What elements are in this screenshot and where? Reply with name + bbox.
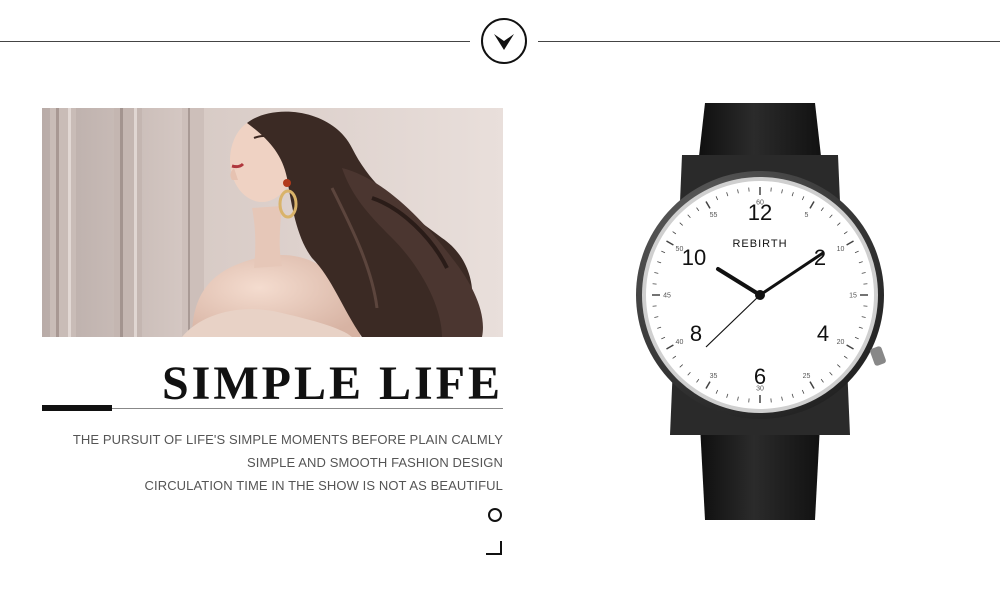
minute-label: 15 <box>849 293 857 300</box>
minute-label: 55 <box>710 212 718 219</box>
chevron-down-icon <box>494 34 514 50</box>
watch-product-image: 12 2 4 6 8 10 REBIRTH 60 5 10 15 20 25 30 35 40 4… <box>610 95 910 535</box>
minute-label: 10 <box>837 246 845 253</box>
watch-center-pin <box>755 290 765 300</box>
numeral-8: 8 <box>690 321 702 346</box>
minute-label: 60 <box>756 200 764 207</box>
watch-strap-bottom <box>700 425 820 520</box>
headline-title: SIMPLE LIFE <box>161 357 503 410</box>
watch-brand: REBIRTH <box>732 238 787 250</box>
numeral-4: 4 <box>817 321 829 346</box>
top-divider-right <box>538 41 1000 42</box>
numeral-10: 10 <box>682 245 706 270</box>
minute-label: 35 <box>710 373 718 380</box>
woman-portrait-image <box>42 108 503 337</box>
headline-accent-bar <box>42 405 112 411</box>
watch-crown <box>870 346 886 366</box>
copy-line-1: THE PURSUIT OF LIFE'S SIMPLE MOMENTS BEF… <box>72 432 503 447</box>
corner-ornament-icon <box>486 541 502 555</box>
copy-line-3: CIRCULATION TIME IN THE SHOW IS NOT AS B… <box>144 478 503 493</box>
copy-line-2: SIMPLE AND SMOOTH FASHION DESIGN <box>246 455 503 470</box>
minute-label: 5 <box>805 212 809 219</box>
minute-label: 20 <box>837 339 845 346</box>
minute-label: 50 <box>676 246 684 253</box>
minute-label: 25 <box>803 373 811 380</box>
minute-label: 45 <box>663 293 671 300</box>
minute-label: 30 <box>756 386 764 393</box>
top-divider-left <box>0 41 470 42</box>
circle-ornament-icon <box>488 508 502 522</box>
minute-label: 40 <box>676 339 684 346</box>
description-copy: THE PURSUIT OF LIFE'S SIMPLE MOMENTS BEF… <box>42 428 503 497</box>
chevron-down-badge <box>481 18 527 64</box>
